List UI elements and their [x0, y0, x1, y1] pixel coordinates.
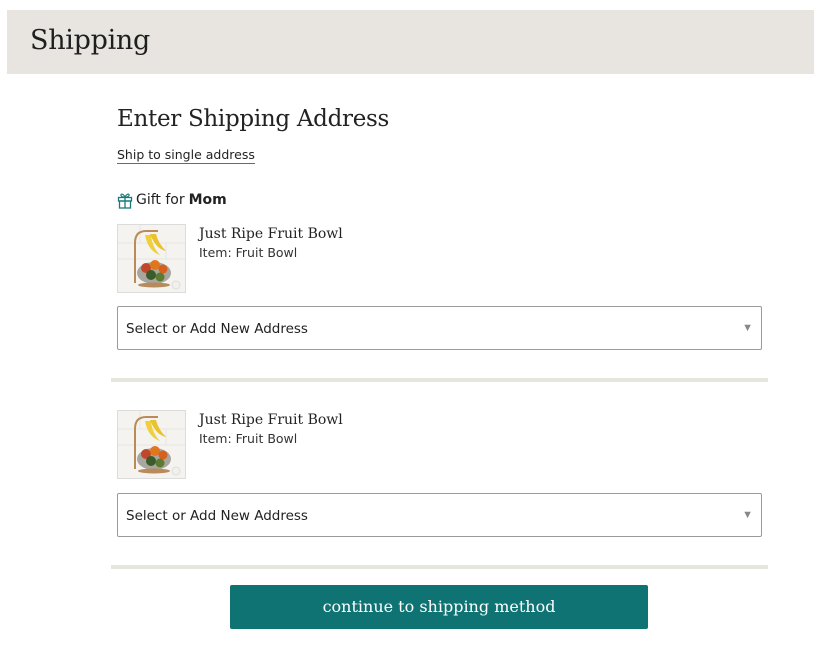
product-subtitle: Item: Fruit Bowl — [199, 431, 298, 446]
section-title: Enter Shipping Address — [117, 106, 390, 132]
address-select[interactable]: Select or Add New Address ▼ — [117, 306, 762, 350]
gift-icon — [117, 193, 133, 209]
cart-item: Just Ripe Fruit Bowl Item: Fruit Bowl — [117, 224, 762, 294]
address-select-value: Select or Add New Address — [126, 321, 308, 337]
continue-to-shipping-method-button[interactable]: continue to shipping method — [230, 585, 648, 629]
gift-prefix: Gift for — [136, 192, 185, 208]
product-name: Just Ripe Fruit Bowl — [199, 226, 343, 242]
item-divider — [111, 378, 768, 382]
product-image — [117, 410, 186, 479]
product-image — [117, 224, 186, 293]
product-name: Just Ripe Fruit Bowl — [199, 412, 343, 428]
address-select-value: Select or Add New Address — [126, 508, 308, 524]
chevron-down-icon: ▼ — [742, 322, 753, 334]
gift-recipient: Mom — [188, 192, 227, 208]
chevron-down-icon: ▼ — [742, 509, 753, 521]
product-subtitle: Item: Fruit Bowl — [199, 245, 298, 260]
item-divider — [111, 565, 768, 569]
address-select[interactable]: Select or Add New Address ▼ — [117, 493, 762, 537]
page-title: Shipping — [30, 25, 150, 56]
ship-to-single-address-link[interactable]: Ship to single address — [117, 147, 255, 164]
cart-item: Just Ripe Fruit Bowl Item: Fruit Bowl — [117, 410, 762, 480]
page-header: Shipping — [7, 10, 814, 74]
gift-label: Gift for Mom — [117, 190, 227, 210]
